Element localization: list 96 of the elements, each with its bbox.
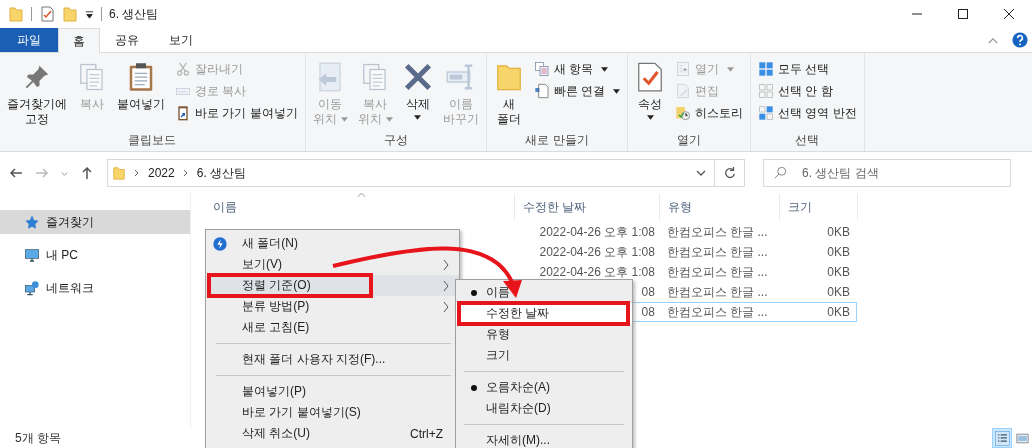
checked-page-icon[interactable] [39, 6, 55, 22]
size-cell: 0KB [827, 245, 850, 259]
ribbon-button[interactable]: 빠른 연결 [530, 81, 623, 101]
ribbon-button[interactable]: 바로 가기 붙여넣기 [172, 103, 301, 123]
menu-item[interactable]: 수정한 날짜 [456, 303, 632, 324]
ribbon-button[interactable]: 즐겨찾기에 고정 [4, 57, 70, 131]
ribbon-button[interactable]: 삭제 [399, 57, 436, 131]
menu-item[interactable]: 정렬 기준(O) [206, 275, 459, 296]
group-label: 클립보드 [127, 132, 178, 149]
menu-item[interactable]: 새로 고침(E) [206, 317, 459, 338]
window-title: 6. 생산팀 [109, 5, 159, 23]
date-cell: 2022-04-26 오후 1:08 [539, 223, 655, 241]
menu-item[interactable]: 현재 폴더 사용자 지정(F)... [206, 349, 459, 370]
monitor-icon [24, 247, 40, 263]
menu-item[interactable]: 오름차순(A) [456, 377, 632, 398]
type-cell: 한컴오피스 한글 ... [666, 264, 768, 279]
refresh-button[interactable] [715, 159, 745, 187]
column-header[interactable]: 크기 [780, 194, 858, 220]
ribbon-tab[interactable]: 보기 [154, 28, 208, 52]
menu-item[interactable]: 자세히(M)... [456, 430, 632, 448]
item-count: 5개 항목 [15, 429, 61, 447]
folder-icon [112, 165, 126, 181]
ribbon-button[interactable]: 선택 안 함 [755, 81, 860, 101]
new-item-icon [533, 61, 550, 77]
column-header[interactable]: 유형 [660, 194, 780, 220]
menu-item[interactable]: 보기(V) [206, 254, 459, 275]
menu-item[interactable]: 분류 방법(P) [206, 296, 459, 317]
address-bar[interactable]: 2022 6. 생산팀 [107, 159, 715, 187]
scissors-icon [175, 61, 191, 77]
menu-item[interactable]: 바로 가기 붙여넣기(S) [206, 402, 459, 423]
group-label: 새로 만들기 [524, 132, 590, 149]
view-button[interactable] [992, 428, 1012, 448]
search-icon [773, 166, 787, 180]
ribbon-button[interactable]: 새 항목 [530, 59, 623, 79]
menu-item[interactable]: 내림차순(D) [456, 398, 632, 419]
chevron-down-icon[interactable] [696, 168, 706, 178]
page-icon [675, 61, 691, 77]
lightning-icon [212, 235, 228, 252]
pencil-page-icon [675, 83, 691, 99]
page-icon [533, 83, 550, 99]
ribbon-tab[interactable]: 공유 [100, 28, 154, 52]
menu-item[interactable]: 이름 [456, 282, 632, 303]
ribbon-button[interactable]: 선택 영역 반전 [755, 103, 860, 123]
group-label: 열기 [676, 132, 702, 149]
grid-icon [758, 105, 774, 121]
date-cell: 08 [641, 285, 655, 299]
ribbon-button[interactable]: 모두 선택 [755, 59, 860, 79]
type-cell: 한컴오피스 한글 ... [666, 304, 768, 319]
folder-clock-icon [675, 105, 691, 121]
chevron-right-icon[interactable] [182, 168, 189, 178]
chevron-right-icon[interactable] [134, 168, 140, 178]
date-cell: 2022-04-26 오후 1:08 [539, 243, 655, 261]
grid-icon [758, 83, 774, 99]
nav-item[interactable]: 내 PC [0, 243, 190, 267]
collapse-ribbon-icon[interactable] [988, 36, 998, 44]
cross-icon [402, 61, 433, 93]
maximize-icon [957, 8, 969, 20]
caret-icon[interactable] [85, 9, 94, 19]
menu-item[interactable]: 붙여넣기(P) [206, 381, 459, 402]
breadcrumb[interactable]: 6. 생산팀 [196, 164, 247, 182]
refresh-icon [722, 166, 737, 180]
menu-item[interactable]: 새 폴더(N) [206, 233, 459, 254]
help-icon[interactable] [1012, 32, 1028, 48]
size-cell: 0KB [827, 285, 850, 299]
size-cell: 0KB [827, 265, 850, 279]
ribbon-button[interactable]: 새 폴더 [490, 57, 527, 131]
column-header[interactable]: 이름 [205, 194, 515, 220]
ribbon-tab[interactable]: 홈 [58, 28, 100, 53]
grid-icon [758, 61, 774, 77]
details-view-icon [994, 430, 1010, 446]
group-label: 선택 [794, 132, 821, 149]
ribbon-button[interactable]: 붙여넣기 [114, 57, 168, 131]
search-field[interactable]: 6. 생산팀 검색 [763, 159, 1011, 187]
menu-item[interactable]: 삭제 취소(U) Ctrl+Z [206, 423, 459, 444]
type-cell: 한컴오피스 한글 ... [666, 284, 768, 299]
group-label: 구성 [382, 132, 409, 149]
date-cell: 2022-04-26 오후 1:08 [539, 263, 655, 281]
size-cell: 0KB [827, 305, 850, 319]
star-icon [24, 214, 40, 230]
size-cell: 0KB [827, 225, 850, 239]
column-header[interactable]: 수정한 날짜 [515, 194, 660, 220]
checked-page-icon [635, 61, 665, 93]
type-cell: 한컴오피스 한글 ... [666, 244, 768, 259]
network-icon [24, 280, 40, 296]
menu-item[interactable]: 크기 [456, 345, 632, 366]
type-cell: 한컴오피스 한글 ... [666, 224, 768, 239]
ribbon-button[interactable]: 속성 [632, 57, 668, 131]
nav-item[interactable]: 네트워크 [0, 276, 190, 300]
date-cell: 08 [641, 305, 655, 319]
ribbon-button[interactable]: 히스토리 [672, 103, 746, 123]
ribbon-tab[interactable]: 파일 [0, 28, 58, 52]
breadcrumb[interactable]: 2022 [148, 166, 175, 180]
nav-item[interactable]: 즐겨찾기 [0, 210, 190, 234]
menu-item[interactable]: 유형 [456, 324, 632, 345]
close-icon [1003, 8, 1015, 20]
large-icons-view-icon [1014, 430, 1030, 446]
